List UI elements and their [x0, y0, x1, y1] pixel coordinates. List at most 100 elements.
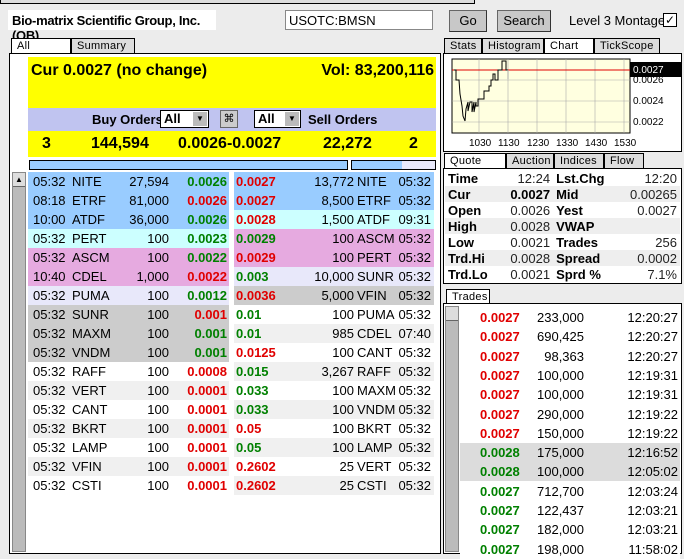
tab-all-orders[interactable]: All orders: [11, 38, 71, 64]
buy-order-row[interactable]: 05:32 VNDM 100 0.001: [28, 343, 229, 362]
buy-order-row[interactable]: 05:32 NITE 27,594 0.0026: [28, 172, 229, 191]
tab-summary[interactable]: Summary: [71, 38, 135, 53]
tab-indices[interactable]: Indices: [554, 153, 604, 168]
buy-order-row[interactable]: 10:40 CDEL 1,000 0.0022: [28, 267, 229, 286]
trade-price: 0.0027: [480, 387, 520, 403]
buy-order-row[interactable]: 05:32 PERT 100 0.0023: [28, 229, 229, 248]
trade-time: 12:16:52: [627, 445, 678, 461]
buy-order-row[interactable]: 05:32 SUNR 100 0.001: [28, 305, 229, 324]
order-size: 100: [332, 402, 354, 417]
sell-order-row[interactable]: 0.0027 13,772 NITE 05:32: [234, 172, 434, 191]
buy-order-row[interactable]: 05:32 MAXM 100 0.001: [28, 324, 229, 343]
tab-stats[interactable]: Stats: [444, 38, 482, 53]
market-maker: CSTI: [72, 478, 102, 493]
buy-order-row[interactable]: 05:32 CANT 100 0.0001: [28, 400, 229, 419]
scroll-up-icon[interactable]: [446, 307, 458, 321]
sell-order-row[interactable]: 0.033 100 MAXM 05:32: [234, 381, 434, 400]
quote-label: Time: [448, 170, 479, 186]
tab-auction[interactable]: Auction: [506, 153, 554, 168]
tab-histogram[interactable]: Histogram: [482, 38, 544, 53]
buy-order-row[interactable]: 05:32 BKRT 100 0.0001: [28, 419, 229, 438]
search-button[interactable]: Search: [497, 10, 551, 32]
order-price: 0.0022: [187, 269, 227, 284]
tab-chart[interactable]: Chart: [544, 38, 594, 53]
go-button[interactable]: Go: [449, 10, 487, 32]
trade-time: 12:19:31: [627, 387, 678, 403]
buy-order-row[interactable]: 05:32 LAMP 100 0.0001: [28, 438, 229, 457]
trade-price: 0.0027: [480, 329, 520, 345]
trade-time: 12:05:02: [627, 464, 678, 480]
trade-row: 0.0027 98,363 12:20:27: [460, 346, 680, 366]
sell-order-row[interactable]: 0.0036 5,000 VFIN 05:32: [234, 286, 434, 305]
sell-order-row[interactable]: 0.033 100 VNDM 05:32: [234, 400, 434, 419]
tab-trades[interactable]: Trades: [446, 289, 490, 304]
sell-order-row[interactable]: 0.01 100 PUMA 05:32: [234, 305, 434, 324]
buy-order-row[interactable]: 05:32 CSTI 100 0.0001: [28, 476, 229, 495]
tab-tickscope[interactable]: TickScope: [594, 38, 660, 53]
order-time: 05:32: [33, 288, 66, 303]
link-icon[interactable]: ⌘: [220, 110, 238, 128]
order-size: 5,000: [321, 288, 354, 303]
chart-y-label: 0.0026: [633, 75, 664, 86]
trade-row: 0.0028 175,000 12:16:52: [460, 443, 680, 463]
quote-value: 0.00265: [630, 186, 677, 202]
tab-flow[interactable]: Flow: [604, 153, 644, 168]
order-price: 0.0029: [236, 250, 276, 265]
trade-price: 0.0027: [480, 522, 520, 538]
sell-order-row[interactable]: 0.0029 100 PERT 05:32: [234, 248, 434, 267]
buy-order-row[interactable]: 05:32 ASCM 100 0.0022: [28, 248, 229, 267]
trade-size: 100,000: [537, 367, 584, 383]
order-time: 05:32: [398, 421, 431, 436]
sell-order-row[interactable]: 0.0029 100 ASCM 05:32: [234, 229, 434, 248]
quote-label: Sprd %: [556, 266, 601, 282]
order-size: 100: [147, 364, 169, 379]
tab-quote-info[interactable]: Quote Info: [444, 153, 506, 179]
buy-order-row[interactable]: 05:32 VFIN 100 0.0001: [28, 457, 229, 476]
order-price: 0.001: [194, 345, 227, 360]
trade-row: 0.0027 182,000 12:03:21: [460, 520, 680, 540]
order-price: 0.01: [236, 326, 262, 341]
buy-depth-bar: [29, 160, 348, 170]
sell-order-row[interactable]: 0.015 3,267 RAFF 05:32: [234, 362, 434, 381]
scroll-up-icon[interactable]: ▲: [13, 173, 25, 187]
orders-scrollbar[interactable]: ▲: [12, 172, 26, 552]
sell-order-row[interactable]: 0.003 10,000 SUNR 05:32: [234, 267, 434, 286]
buy-order-row[interactable]: 10:00 ATDF 36,000 0.0026: [28, 210, 229, 229]
level3-checkbox[interactable]: ✓: [663, 13, 677, 27]
order-price: 0.0026: [187, 212, 227, 227]
order-time: 05:32: [33, 250, 66, 265]
trades-scrollbar[interactable]: [445, 306, 459, 552]
buy-filter-select[interactable]: All ▼: [160, 110, 209, 128]
sell-order-row[interactable]: 0.2602 25 VERT 05:32: [234, 457, 434, 476]
trade-row: 0.0027 233,000 12:20:27: [460, 308, 680, 327]
buy-order-row[interactable]: 05:32 PUMA 100 0.0012: [28, 286, 229, 305]
sell-order-row[interactable]: 0.0028 1,500 ATDF 09:31: [234, 210, 434, 229]
buy-order-row[interactable]: 05:32 VERT 100 0.0001: [28, 381, 229, 400]
sell-order-row[interactable]: 0.05 100 BKRT 05:32: [234, 419, 434, 438]
market-maker: VFIN: [357, 288, 387, 303]
sell-filter-select[interactable]: All ▼: [254, 110, 301, 128]
buy-order-row[interactable]: 08:18 ETRF 81,000 0.0026: [28, 191, 229, 210]
symbol-input[interactable]: USOTC:BMSN: [285, 10, 433, 30]
order-size: 100: [147, 288, 169, 303]
order-size: 100: [147, 440, 169, 455]
order-size: 1,000: [136, 269, 169, 284]
filter-bar: Buy Orders All ▼ ⌘ All ▼ Sell Orders: [28, 108, 436, 131]
quote-row: Open 0.0026 Yest 0.0027: [445, 202, 680, 218]
sell-order-row[interactable]: 0.05 100 LAMP 05:32: [234, 438, 434, 457]
sell-order-row[interactable]: 0.2602 25 CSTI 05:32: [234, 476, 434, 495]
order-price: 0.003: [236, 269, 269, 284]
quote-label: Trd.Hi: [448, 250, 485, 266]
sell-order-row[interactable]: 0.0027 8,500 ETRF 05:32: [234, 191, 434, 210]
market-maker: ASCM: [72, 250, 110, 265]
order-size: 100: [147, 231, 169, 246]
buy-order-row[interactable]: 05:32 RAFF 100 0.0008: [28, 362, 229, 381]
market-maker: RAFF: [72, 364, 106, 379]
order-size: 25: [339, 459, 354, 474]
market-maker: CANT: [72, 402, 108, 417]
market-maker: CANT: [357, 345, 393, 360]
trade-size: 100,000: [537, 387, 584, 403]
sell-order-row[interactable]: 0.0125 100 CANT 05:32: [234, 343, 434, 362]
sell-order-row[interactable]: 0.01 985 CDEL 07:40: [234, 324, 434, 343]
quote-row: Time 12:24 Lst.Chg 12:20: [445, 170, 680, 186]
